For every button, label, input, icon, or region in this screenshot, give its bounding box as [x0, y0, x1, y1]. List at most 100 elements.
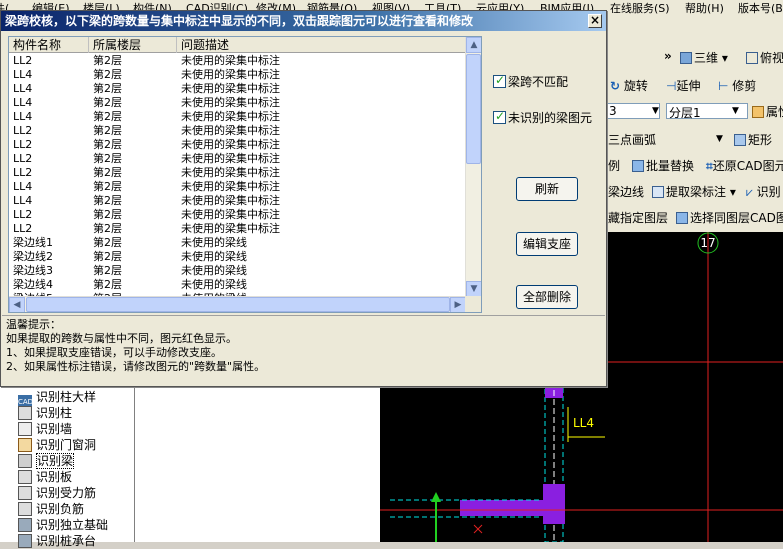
- tree-item-main-rebar[interactable]: 识别受力筋: [18, 484, 96, 500]
- table-row[interactable]: LL2 第2层 未使用的梁集中标注: [9, 124, 467, 138]
- menu-online[interactable]: 在线服务(S): [610, 0, 670, 14]
- table-row[interactable]: LL4 第2层 未使用的梁集中标注: [9, 96, 467, 110]
- cube-icon: [680, 52, 692, 64]
- example-button[interactable]: 例: [608, 157, 620, 174]
- restore-cad-button[interactable]: ⌗还原CAD图元: [706, 157, 783, 174]
- cell-issue: 未使用的梁集中标注: [181, 194, 280, 207]
- attribute-button[interactable]: 属性: [752, 103, 783, 120]
- cell-name: LL4: [13, 180, 33, 193]
- table-row[interactable]: 梁边线4 第2层 未使用的梁线: [9, 278, 467, 292]
- toolbar-overflow-icon[interactable]: »: [664, 49, 672, 63]
- menu-version[interactable]: 版本号(B): [738, 0, 783, 14]
- column-header-name[interactable]: 构件名称: [9, 37, 89, 53]
- tree-item-wall[interactable]: 识别墙: [18, 420, 72, 436]
- issue-list[interactable]: 构件名称 所属楼层 问题描述 LL2 第2层 未使用的梁集中标注 LL4 第2层 未使用的…: [8, 36, 482, 313]
- scroll-right-icon[interactable]: ▶: [450, 297, 466, 312]
- cell-name: LL2: [13, 208, 33, 221]
- vertical-scrollbar[interactable]: ▲ ▼: [465, 37, 481, 297]
- table-row[interactable]: 梁边线1 第2层 未使用的梁线: [9, 236, 467, 250]
- tree-item-isolated-footing[interactable]: 识别独立基础: [18, 516, 108, 532]
- cell-floor: 第2层: [93, 124, 122, 137]
- cell-floor: 第2层: [93, 222, 122, 235]
- table-row[interactable]: LL4 第2层 未使用的梁集中标注: [9, 82, 467, 96]
- unrecognized-beam-checkbox[interactable]: 未识别的梁图元: [493, 109, 603, 125]
- list-header: 构件名称 所属楼层 问题描述: [9, 37, 467, 53]
- trim-button[interactable]: ⊢ 修剪: [718, 77, 756, 94]
- scroll-down-icon[interactable]: ▼: [466, 281, 481, 297]
- cell-floor: 第2层: [93, 54, 122, 67]
- cell-issue: 未使用的梁集中标注: [181, 68, 280, 81]
- tree-item-door-window[interactable]: 识别门窗洞: [18, 436, 96, 452]
- view-3d-button[interactable]: 三维 ▾: [680, 49, 728, 66]
- table-row[interactable]: LL2 第2层 未使用的梁集中标注: [9, 222, 467, 236]
- table-row[interactable]: LL4 第2层 未使用的梁集中标注: [9, 110, 467, 124]
- table-row[interactable]: LL4 第2层 未使用的梁集中标注: [9, 68, 467, 82]
- column-header-floor[interactable]: 所属楼层: [89, 37, 177, 53]
- trim-icon: ⊢: [718, 79, 729, 93]
- extend-button[interactable]: ⊣延伸: [666, 77, 700, 94]
- view-top-button[interactable]: 俯视: [746, 49, 783, 66]
- horizontal-scrollbar[interactable]: ◀ ▶: [9, 296, 467, 312]
- edit-support-button[interactable]: 编辑支座: [516, 232, 578, 256]
- batch-replace-button[interactable]: 批量替换: [632, 157, 694, 174]
- cell-floor: 第2层: [93, 264, 122, 277]
- cad-layer-icon: [676, 212, 688, 224]
- cell-issue: 未使用的梁线: [181, 236, 247, 249]
- cell-name: LL2: [13, 138, 33, 151]
- identify-button[interactable]: ⩗ 识别: [746, 183, 781, 200]
- cell-name: 梁边线4: [13, 278, 53, 291]
- extract-beam-label-button[interactable]: 提取梁标注 ▾: [652, 183, 736, 200]
- cell-name: LL2: [13, 124, 33, 137]
- cell-issue: 未使用的梁集中标注: [181, 110, 280, 123]
- chevron-down-icon: ▼: [732, 106, 739, 116]
- cell-floor: 第2层: [93, 250, 122, 263]
- hide-layer-button[interactable]: 藏指定图层: [608, 209, 668, 226]
- module-tree: CAD 识别柱大样 识别柱 识别墙 识别门窗洞 识别梁 识别板 识别受力筋 识别负…: [0, 387, 135, 548]
- beam-edge-button[interactable]: 梁边线: [608, 183, 644, 200]
- table-row[interactable]: LL2 第2层 未使用的梁集中标注: [9, 208, 467, 222]
- cell-name: LL4: [13, 110, 33, 123]
- table-row[interactable]: LL2 第2层 未使用的梁集中标注: [9, 54, 467, 68]
- cell-name: LL4: [13, 194, 33, 207]
- table-row[interactable]: LL2 第2层 未使用的梁集中标注: [9, 138, 467, 152]
- table-row[interactable]: LL4 第2层 未使用的梁集中标注: [9, 194, 467, 208]
- tree-item-column[interactable]: 识别柱: [18, 404, 72, 420]
- span-mismatch-checkbox[interactable]: 梁跨不匹配: [493, 73, 603, 89]
- cell-issue: 未使用的梁集中标注: [181, 152, 280, 165]
- tree-item-beam[interactable]: 识别梁: [18, 452, 75, 469]
- extract-icon: [652, 186, 664, 198]
- column-header-issue[interactable]: 问题描述: [177, 37, 467, 53]
- table-row[interactable]: LL2 第2层 未使用的梁集中标注: [9, 166, 467, 180]
- close-button[interactable]: ×: [588, 14, 602, 28]
- axis-label: 17: [700, 236, 715, 250]
- cell-issue: 未使用的梁线: [181, 264, 247, 277]
- cell-name: LL4: [13, 68, 33, 81]
- scroll-up-icon[interactable]: ▲: [466, 37, 481, 53]
- arc-button[interactable]: 三点画弧: [608, 131, 656, 148]
- tree-item-column-detail[interactable]: CAD 识别柱大样: [18, 388, 96, 409]
- delete-all-button[interactable]: 全部删除: [516, 285, 578, 309]
- table-row[interactable]: LL4 第2层 未使用的梁集中标注: [9, 180, 467, 194]
- column-icon: [18, 406, 32, 420]
- tree-item-slab[interactable]: 识别板: [18, 468, 72, 484]
- refresh-button[interactable]: 刷新: [516, 177, 578, 201]
- chevron-down-icon[interactable]: ▼: [716, 134, 723, 144]
- rotate-button[interactable]: ↻ 旋转: [610, 77, 648, 94]
- tips-line: 2、如果属性标注错误，请修改图元的"跨数量"属性。: [6, 360, 266, 373]
- cell-floor: 第2层: [93, 96, 122, 109]
- identify-icon: ⩗: [746, 185, 753, 199]
- menu-help[interactable]: 帮助(H): [685, 0, 724, 14]
- scroll-thumb[interactable]: [26, 297, 450, 312]
- tips-line: 1、如果提取支座错误，可以手动修改支座。: [6, 346, 222, 359]
- scroll-thumb[interactable]: [466, 54, 481, 164]
- select-same-layer-button[interactable]: 选择同图层CAD图: [676, 209, 783, 226]
- tree-item-negative-rebar[interactable]: 识别负筋: [18, 500, 84, 516]
- table-row[interactable]: 梁边线2 第2层 未使用的梁线: [9, 250, 467, 264]
- table-row[interactable]: 梁边线3 第2层 未使用的梁线: [9, 264, 467, 278]
- rect-button[interactable]: 矩形: [734, 131, 772, 148]
- table-row[interactable]: LL2 第2层 未使用的梁集中标注: [9, 152, 467, 166]
- tips-heading: 温馨提示：: [6, 318, 61, 331]
- cell-floor: 第2层: [93, 138, 122, 151]
- tree-item-pile-cap[interactable]: 识别桩承台: [18, 532, 96, 548]
- scroll-left-icon[interactable]: ◀: [9, 297, 25, 312]
